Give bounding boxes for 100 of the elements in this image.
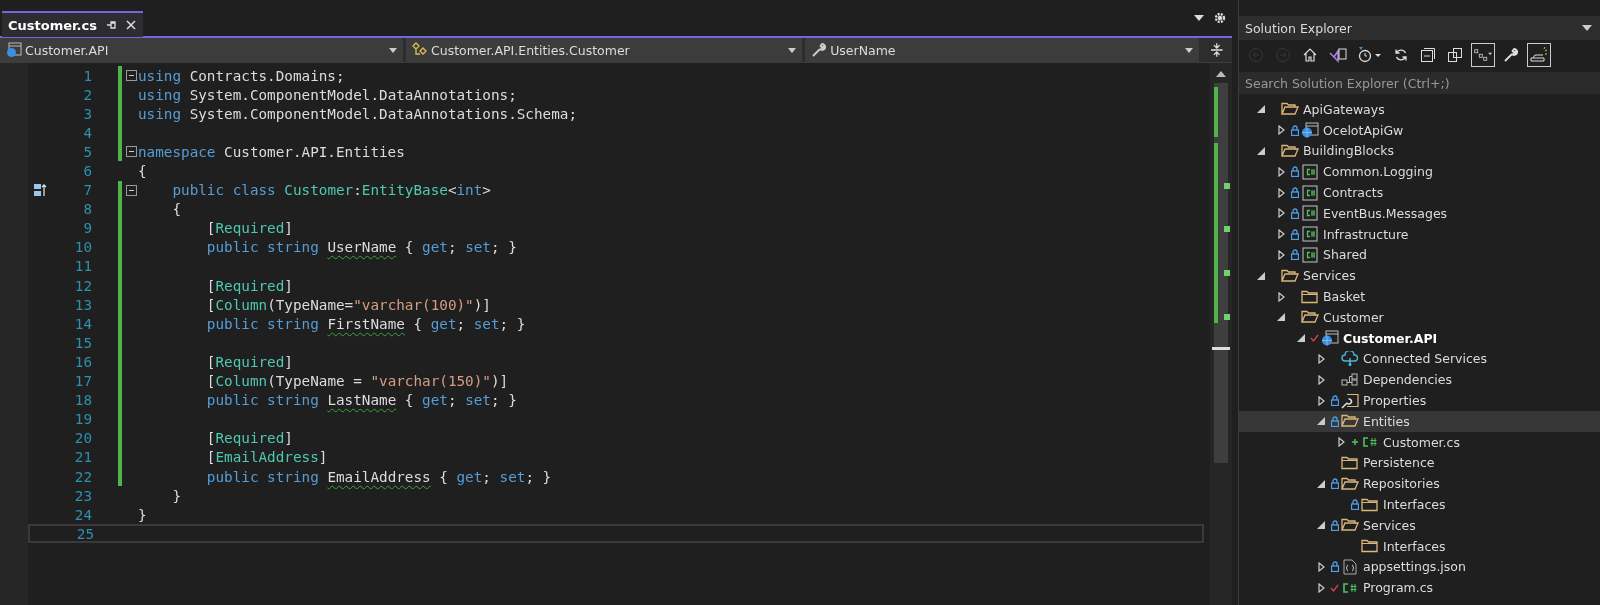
collapsed-icon[interactable] [1317, 353, 1325, 364]
class-icon [412, 42, 428, 58]
expanded-icon[interactable] [1257, 271, 1265, 280]
line-number: 15 [73, 334, 92, 351]
tree-item-label: ApiGateways [1303, 101, 1385, 117]
tree-row[interactable]: BuildingBlocks [1239, 140, 1600, 162]
expanded-icon[interactable] [1257, 147, 1265, 155]
tree-row[interactable]: Properties [1239, 390, 1600, 411]
tree-item-label: Connected Services [1363, 351, 1487, 367]
line-number: 16 [73, 353, 92, 370]
split-icon[interactable] [1210, 42, 1224, 58]
tree-item-label: EventBus.Messages [1323, 205, 1448, 221]
code-line: using System.ComponentModel.DataAnnotations.Schema; [138, 105, 577, 122]
expanded-icon[interactable] [1257, 105, 1265, 114]
code-line: public string EmailAddress { get; set; } [205, 468, 552, 485]
tree-row[interactable]: Contracts [1239, 182, 1600, 203]
close-icon[interactable] [125, 19, 137, 31]
expanded-icon[interactable] [1317, 479, 1325, 488]
search-field[interactable]: Search Solution Explorer (Ctrl+;) [1239, 72, 1600, 94]
file-tab[interactable]: Customer.cs [2, 11, 143, 37]
navigation-dropdown[interactable]: Customer.API [0, 38, 406, 62]
folder-icon [1341, 414, 1359, 429]
tree-row[interactable]: Interfaces [1239, 535, 1600, 557]
tree-row[interactable]: Entities [1239, 410, 1600, 432]
tree-row[interactable]: Repositories [1239, 473, 1600, 495]
tree-item-label: Interfaces [1383, 538, 1446, 554]
sync-icon [1393, 47, 1409, 63]
expanded-icon[interactable] [1297, 334, 1305, 343]
code-line: [Column(TypeName = "varchar(150)")] [205, 373, 509, 390]
scroll-up-icon[interactable] [1216, 71, 1226, 77]
collapsed-icon[interactable] [1277, 125, 1285, 136]
tree-row[interactable]: Basket [1239, 286, 1600, 307]
panel-title: Solution Explorer [1245, 20, 1352, 36]
collapse-icon[interactable] [125, 146, 137, 158]
line-number: 7 [82, 182, 92, 199]
preview-button[interactable] [1527, 43, 1551, 67]
folder-icon [1301, 310, 1319, 325]
expanded-icon[interactable] [1317, 417, 1325, 426]
tree-row[interactable]: OcelotApiGw [1239, 119, 1600, 141]
csharp-project-icon [1302, 226, 1318, 243]
caret-icon [1185, 47, 1194, 53]
tree-row[interactable]: Customer [1239, 306, 1600, 328]
folder-icon [1361, 539, 1379, 554]
tree-row[interactable]: ApiGateways [1239, 99, 1600, 120]
code-line: [Required] [205, 220, 293, 237]
collapsed-icon[interactable] [1277, 229, 1285, 240]
line-number: 20 [73, 430, 92, 447]
tree-row[interactable]: Dependencies [1239, 369, 1600, 391]
code-line: { [171, 201, 182, 218]
tree-row[interactable]: Shared [1239, 244, 1600, 266]
collapsed-icon[interactable] [1317, 582, 1325, 593]
code-line: using Contracts.Domains; [138, 67, 345, 84]
tree-item-label: Customer [1323, 309, 1384, 325]
tree-row[interactable]: Services [1239, 514, 1600, 536]
tree-row[interactable]: Connected Services [1239, 348, 1600, 370]
line-number: 10 [73, 239, 92, 256]
collapsed-icon[interactable] [1317, 561, 1325, 572]
collapsed-icon[interactable] [1317, 395, 1325, 406]
collapsed-icon[interactable] [1337, 437, 1345, 448]
tree-row[interactable]: EventBus.Messages [1239, 203, 1600, 224]
tree-item-label: Repositories [1363, 476, 1440, 492]
code-line: [Column(TypeName="varchar(100)")] [205, 296, 491, 313]
line-number: 9 [82, 220, 92, 237]
expanded-icon[interactable] [1277, 313, 1285, 322]
caret-icon[interactable] [1194, 15, 1204, 21]
code-line: } [138, 506, 147, 523]
tree-row[interactable]: Infrastructure [1239, 223, 1600, 245]
tree-row[interactable]: Common.Logging [1239, 161, 1600, 183]
hierarchy-icon[interactable] [33, 183, 47, 198]
csharp-file-icon [1361, 435, 1379, 450]
scrollbar[interactable] [1214, 83, 1228, 463]
line-number: 21 [73, 449, 92, 466]
csharp-project-icon [1302, 246, 1318, 263]
caret-icon[interactable] [1582, 25, 1592, 31]
tree-row[interactable]: appsettings.json [1239, 556, 1600, 578]
tree-item-label: BuildingBlocks [1303, 143, 1395, 159]
tree-item-label: Common.Logging [1323, 164, 1433, 180]
tree-row[interactable]: Customer.cs [1239, 431, 1600, 453]
tree-row[interactable]: Program.cs [1239, 577, 1600, 599]
collapsed-icon[interactable] [1277, 249, 1285, 260]
dependencies-icon [1341, 372, 1359, 387]
pin-icon[interactable] [105, 19, 117, 31]
collapsed-icon[interactable] [1277, 187, 1285, 198]
settings-icon[interactable] [1214, 12, 1226, 24]
folder-icon [1301, 289, 1319, 304]
collapsed-icon[interactable] [1317, 374, 1325, 385]
expanded-icon[interactable] [1317, 521, 1325, 530]
collapsed-icon[interactable] [1277, 291, 1285, 302]
collapsed-icon[interactable] [1277, 166, 1285, 177]
line-number: 6 [82, 163, 92, 179]
tree-row[interactable]: Services [1239, 265, 1600, 287]
tree-row[interactable]: Persistence [1239, 452, 1600, 474]
show-all-button[interactable] [1471, 43, 1495, 67]
tree-row[interactable]: Customer.API [1239, 327, 1600, 349]
collapse-icon[interactable] [125, 184, 137, 196]
folder-icon [1281, 102, 1299, 117]
collapse-icon[interactable] [125, 70, 137, 82]
collapsed-icon[interactable] [1277, 208, 1285, 219]
tree-row[interactable]: Interfaces [1239, 494, 1600, 515]
code-line: public string UserName { get; set; } [205, 239, 517, 256]
